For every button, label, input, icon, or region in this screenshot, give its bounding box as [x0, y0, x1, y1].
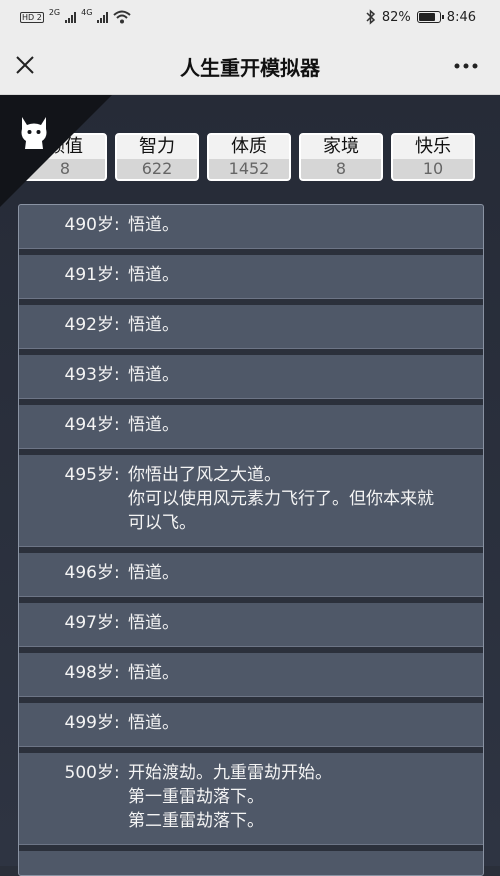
log-age: 497岁 [64, 613, 114, 633]
log-text: 悟道。 [128, 315, 179, 335]
log-entry: 490岁: 悟道。 [19, 205, 483, 255]
title-bar: 人生重开模拟器 [0, 36, 500, 95]
log-age: 496岁 [64, 563, 114, 583]
log-text: 你悟出了风之大道。 你可以使用风元素力飞行了。但你本来就 可以飞。 [128, 465, 434, 533]
battery-fill [418, 13, 435, 21]
log-entry: 492岁: 悟道。 [19, 305, 483, 355]
log-age: 490岁 [64, 215, 114, 235]
stat-family: 家境 8 [299, 133, 383, 181]
log-entry: 493岁: 悟道。 [19, 355, 483, 405]
log-age: 492岁 [64, 315, 114, 335]
log-text: 悟道。 [128, 215, 179, 235]
status-left: HD 2 2G 4G [20, 8, 132, 24]
log-age: 493岁 [64, 365, 114, 385]
stat-value: 10 [393, 159, 473, 179]
status-bar: HD 2 2G 4G 82% 8:46 [0, 0, 500, 36]
battery-percent: 82% [381, 9, 411, 25]
log-entry: 494岁: 悟道。 [19, 405, 483, 455]
log-text: 悟道。 [128, 365, 179, 385]
stat-value: 8 [301, 159, 381, 179]
log-text: 悟道。 [128, 663, 179, 683]
log-text: 悟道。 [128, 713, 179, 733]
github-icon[interactable] [12, 109, 56, 153]
log-entry: 500岁: 开始渡劫。九重雷劫开始。 第一重雷劫落下。 第二重雷劫落下。 [19, 753, 483, 851]
signal-icon [65, 11, 77, 23]
network-4g-label: 4G [81, 8, 93, 17]
stat-happiness: 快乐 10 [391, 133, 475, 181]
log-entry: 496岁: 悟道。 [19, 553, 483, 603]
signal-icon [97, 11, 109, 23]
hd-badge: HD 2 [20, 11, 44, 23]
stat-intelligence: 智力 622 [115, 133, 199, 181]
log-age: 495岁 [64, 465, 114, 485]
log-age: 500岁 [64, 763, 114, 783]
page-title: 人生重开模拟器 [180, 56, 320, 80]
stat-value: 622 [117, 159, 197, 179]
battery-icon [416, 11, 444, 23]
log-text: 悟道。 [128, 415, 179, 435]
bluetooth-icon [366, 9, 375, 25]
stat-label: 家境 [301, 135, 381, 159]
log-text: 开始渡劫。九重雷劫开始。 第一重雷劫落下。 第二重雷劫落下。 [128, 763, 332, 831]
status-right: 82% 8:46 [366, 9, 476, 25]
log-entry: 497岁: 悟道。 [19, 603, 483, 653]
log-age: 498岁 [64, 663, 114, 683]
wifi-icon [113, 10, 132, 24]
event-log[interactable]: 490岁: 悟道。 491岁: 悟道。 492岁: 悟道。 493岁: 悟道。 … [18, 204, 484, 876]
stat-constitution: 体质 1452 [207, 133, 291, 181]
log-text: 悟道。 [128, 563, 179, 583]
more-icon[interactable] [452, 54, 480, 78]
stat-value: 1452 [209, 159, 289, 179]
log-age: 491岁 [64, 265, 114, 285]
stat-label: 体质 [209, 135, 289, 159]
stat-label: 智力 [117, 135, 197, 159]
network-2g-label: 2G [48, 8, 61, 17]
log-entry: 499岁: 悟道。 [19, 703, 483, 753]
log-entry: 495岁: 你悟出了风之大道。 你可以使用风元素力飞行了。但你本来就 可以飞。 [19, 455, 483, 553]
log-age: 494岁 [64, 415, 114, 435]
log-text: 悟道。 [128, 265, 179, 285]
log-entry: 491岁: 悟道。 [19, 255, 483, 305]
clock: 8:46 [446, 9, 476, 25]
stat-label: 快乐 [393, 135, 473, 159]
log-age: 499岁 [64, 713, 114, 733]
log-entry: 498岁: 悟道。 [19, 653, 483, 703]
log-text: 悟道。 [128, 613, 179, 633]
app-area: 颜值 8 智力 622 体质 1452 家境 8 快乐 10 490岁: 悟道。 [0, 95, 500, 876]
